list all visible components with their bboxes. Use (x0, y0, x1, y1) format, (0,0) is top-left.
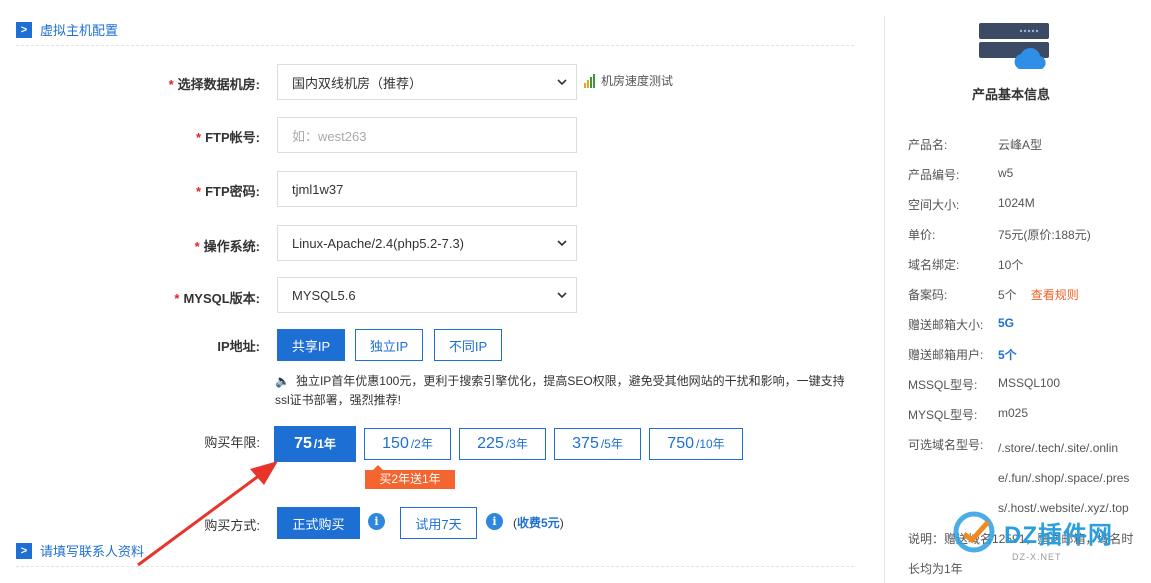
datacenter-select[interactable]: 国内双线机房（推荐） (277, 64, 577, 100)
speaker-icon: 🔈 (275, 374, 290, 388)
server-cloud-icon (979, 23, 1049, 69)
year-option-2[interactable]: 150/2年 (364, 428, 451, 460)
speed-test-link[interactable]: 机房速度测试 (584, 72, 673, 89)
info-row: 备案码: 5个 查看规则 (908, 286, 1079, 303)
fee-text: (收费5元) (513, 516, 564, 530)
year-option-5[interactable]: 375/5年 (554, 428, 641, 460)
ftp-password-label: * FTP密码: (196, 184, 260, 199)
section-header-contact: > 请填写联系人资料 (16, 541, 144, 560)
ftp-password-input[interactable]: tjml1w37 (277, 171, 577, 207)
year-unit: /1年 (313, 437, 336, 451)
os-label: * 操作系统: (194, 239, 260, 254)
sidebar-title: 产品基本信息 (972, 87, 1051, 102)
ip-shared-button[interactable]: 共享IP (277, 329, 345, 361)
year-unit: /10年 (696, 437, 725, 451)
info-row: MYSQL型号: m025 (908, 406, 1029, 422)
chevron-down-icon (557, 240, 567, 247)
year-price: 375 (572, 435, 599, 452)
years-label: 购买年限: (204, 435, 260, 450)
chevron-down-icon (557, 292, 567, 299)
year-price: 750 (667, 435, 694, 452)
chevron-down-icon (557, 79, 567, 86)
promo-badge: 买2年送1年 (365, 465, 455, 489)
info-row: 域名绑定: 10个 (908, 258, 1024, 272)
fee-value: 收费5元 (517, 516, 560, 530)
os-value: Linux-Apache/2.4(php5.2-7.3) (292, 235, 465, 251)
ftp-account-label: * FTP帐号: (196, 130, 260, 145)
domain-line: /.store/.tech/.site/.onlin (998, 441, 1119, 455)
speed-test-label: 机房速度测试 (601, 74, 674, 88)
year-unit: /3年 (505, 437, 528, 451)
domain-line: e/.fun/.shop/.space/.pres (998, 471, 1130, 485)
year-price: 225 (477, 435, 504, 452)
watermark: DZ插件网 DZ-X.NET (950, 510, 1113, 562)
mysql-label: * MYSQL版本: (174, 291, 260, 306)
section-title: 请填写联系人资料 (40, 544, 145, 559)
info-icon[interactable]: i (368, 513, 385, 530)
info-icon[interactable]: i (486, 513, 503, 530)
ftp-password-value: tjml1w37 (292, 181, 344, 197)
ip-notice: 🔈 独立IP首年优惠100元，更利于搜索引擎优化，提高SEO权限，避免受其他网站的… (275, 372, 847, 410)
os-select[interactable]: Linux-Apache/2.4(php5.2-7.3) (277, 225, 577, 261)
ip-dedicated-button[interactable]: 独立IP (355, 329, 423, 361)
ip-notice-text: 独立IP首年优惠100元，更利于搜索引擎优化，提高SEO权限，避免受其他网站的干… (275, 374, 845, 407)
info-row: 赠送邮箱用户: 5个 (908, 348, 1017, 362)
divider (16, 45, 854, 46)
info-row: MSSQL型号: MSSQL100 (908, 376, 1061, 392)
trial-button[interactable]: 试用7天 (400, 507, 477, 539)
watermark-logo-icon (953, 511, 995, 553)
year-unit: /2年 (410, 437, 433, 451)
year-price: 150 (382, 435, 409, 452)
info-row: 产品编号: w5 (908, 166, 1014, 182)
watermark-subtext: DZ-X.NET (1012, 552, 1062, 562)
ftp-account-placeholder: 如：west263 (292, 128, 367, 144)
watermark-text: DZ插件网 (1004, 521, 1113, 549)
section-header-host-config: > 虚拟主机配置 (16, 20, 118, 39)
year-option-3[interactable]: 225/3年 (459, 428, 546, 460)
signal-bars-icon (584, 73, 595, 88)
chevron-right-icon: > (16, 542, 32, 559)
year-price: 75 (294, 435, 312, 452)
year-unit: /5年 (600, 437, 623, 451)
info-row: 可选域名型号: (908, 438, 984, 452)
year-option-10[interactable]: 750/10年 (649, 428, 743, 460)
mysql-value: MYSQL5.6 (292, 287, 356, 303)
mysql-select[interactable]: MYSQL5.6 (277, 277, 577, 313)
chevron-right-icon: > (16, 21, 32, 38)
ip-different-button[interactable]: 不同IP (434, 329, 502, 361)
datacenter-value: 国内双线机房（推荐） (292, 75, 423, 91)
ip-label: IP地址: (217, 339, 260, 354)
red-arrow-annotation (137, 461, 278, 567)
info-row: 单价: 75元(原价:188元) (908, 228, 1091, 242)
sidebar-divider (884, 16, 885, 583)
info-row: 赠送邮箱大小: 5G (908, 316, 1015, 332)
info-row: 空间大小: 1024M (908, 196, 1035, 212)
info-row: 产品名: 云峰A型 (908, 138, 1043, 152)
datacenter-label: * 选择数据机房: (168, 77, 260, 92)
section-title: 虚拟主机配置 (40, 23, 119, 38)
view-rules-link[interactable]: 查看规则 (1031, 286, 1079, 303)
ftp-account-input[interactable]: 如：west263 (277, 117, 577, 153)
